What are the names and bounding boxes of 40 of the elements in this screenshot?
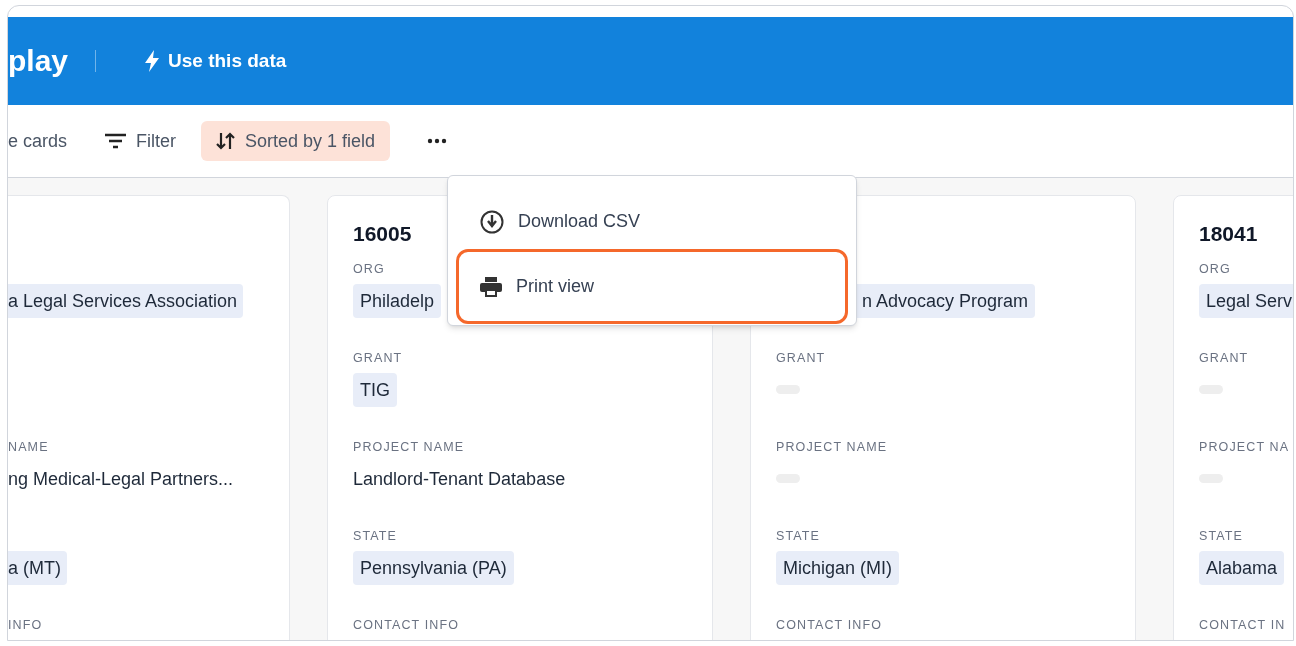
value-tag: TIG bbox=[353, 373, 397, 407]
field-label: PROJECT NAME bbox=[353, 440, 465, 454]
value-tag: Alabama bbox=[1199, 551, 1285, 585]
value-tag: Philadelp bbox=[353, 284, 442, 318]
page-title: play bbox=[8, 46, 69, 76]
filter-button[interactable]: Filter bbox=[105, 127, 177, 155]
field-label: STATE bbox=[353, 529, 398, 543]
field-label: INFO bbox=[8, 618, 43, 632]
field-label: CONTACT INFO bbox=[353, 618, 460, 632]
value-tag: a (MT) bbox=[8, 551, 67, 585]
field-label: STATE bbox=[776, 529, 821, 543]
field-label: ORG bbox=[1199, 262, 1231, 276]
field-label: PROJECT NAME bbox=[776, 440, 888, 454]
field-value: Landlord-Tenant Database bbox=[353, 468, 566, 491]
field-label: CONTACT IN bbox=[1199, 618, 1286, 632]
field-label: GRANT bbox=[1199, 351, 1249, 365]
value-tag: a Legal Services Association bbox=[8, 284, 244, 318]
use-data-button[interactable]: Use this data bbox=[144, 46, 287, 76]
sort-button[interactable]: Sorted by 1 field bbox=[201, 121, 391, 161]
printer-icon bbox=[480, 276, 502, 297]
filter-icon bbox=[105, 133, 127, 149]
field-label: PROJECT NA bbox=[1199, 440, 1290, 454]
field-label: GRANT bbox=[353, 351, 403, 365]
value-tag: Pennsylvania (PA) bbox=[353, 551, 514, 585]
field-label: STATE bbox=[1199, 529, 1244, 543]
toolbar-button[interactable]: e cards bbox=[8, 127, 68, 155]
sort-icon bbox=[216, 132, 237, 150]
value-tag: Michigan (MI) bbox=[776, 551, 900, 585]
field-label: CONTACT INFO bbox=[776, 618, 883, 632]
lightning-icon bbox=[144, 50, 161, 72]
menu-item[interactable]: Download CSV bbox=[448, 194, 856, 249]
record-number: 16005 bbox=[353, 221, 412, 248]
download-icon bbox=[480, 209, 504, 234]
field-value: ng Medical-Legal Partners... bbox=[8, 468, 234, 491]
field-label: NAME bbox=[8, 440, 49, 454]
field-label: ORG bbox=[353, 262, 385, 276]
record-number: 18041 bbox=[1199, 221, 1258, 248]
more-icon bbox=[427, 138, 448, 144]
field-label: GRANT bbox=[776, 351, 826, 365]
value-tag: Legal Serv bbox=[1199, 284, 1293, 318]
